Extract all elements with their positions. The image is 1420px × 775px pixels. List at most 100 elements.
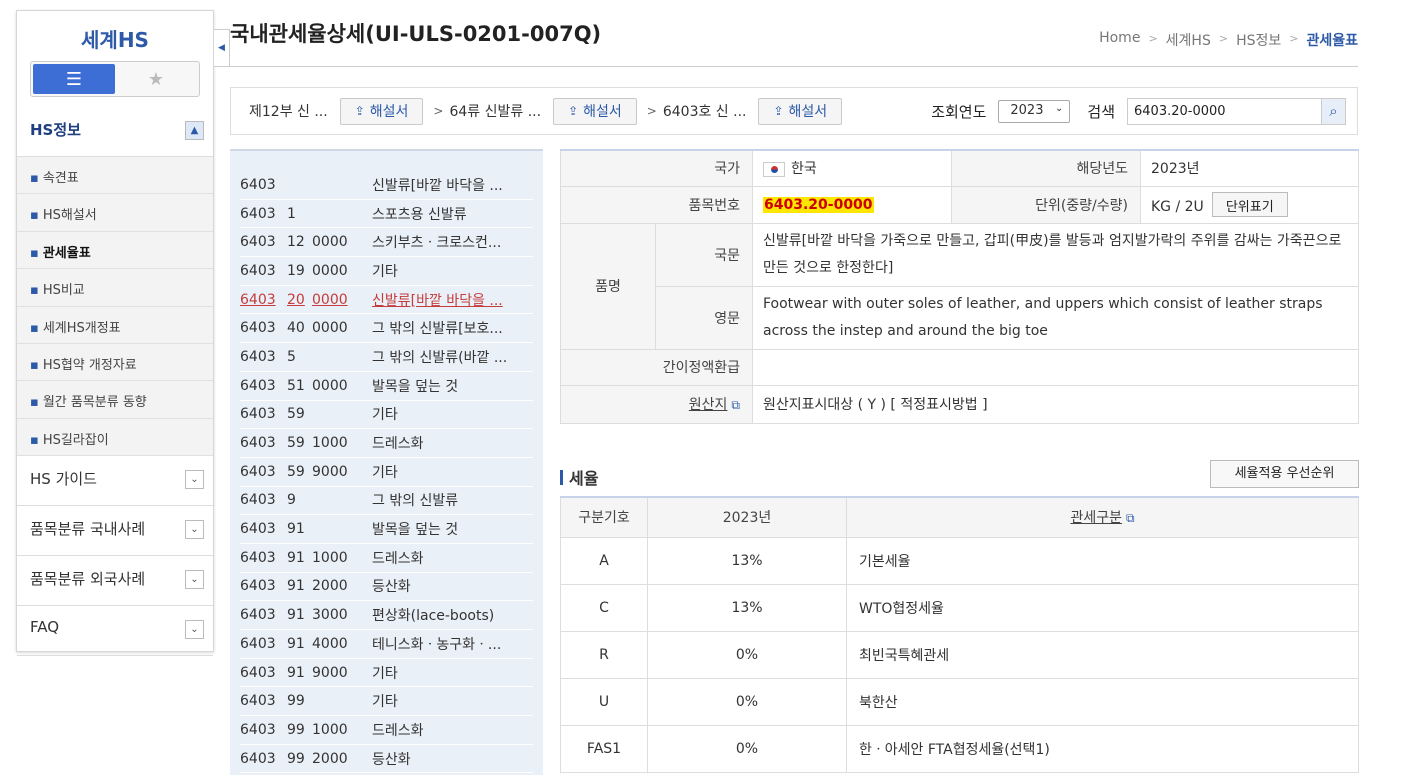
explain-button-chapter[interactable]: ⇪ 해설서 [553,97,637,125]
code-heading: 6403 [240,291,276,308]
level-heading[interactable]: 6403호 신 ... [663,101,747,121]
year-select[interactable]: 2023 ⌄ [998,99,1071,123]
level-part[interactable]: 제12부 신 ... [249,101,328,121]
sidebar-item-label: HS길라잡이 [42,432,109,448]
code-row[interactable]: 6403 91 3000 편상화(lace-boots) [240,601,533,630]
expand-icon[interactable]: ⌄ [185,620,204,640]
search-icon[interactable]: ⌕ [1321,98,1345,124]
tariff-rate: 13% [647,536,847,585]
code-heading: 6403 [240,721,276,738]
search-input[interactable]: 6403.20-0000 [1128,104,1321,119]
code-row[interactable]: 6403 91 1000 드레스화 [240,544,533,573]
breadcrumb-item[interactable]: HS정보 [1236,30,1281,50]
code-row[interactable]: 6403 59 기타 [240,401,533,430]
sidebar-item-label: HS협약 개정자료 [42,357,137,373]
sidebar-item[interactable]: ▪ 속견표 [17,157,213,195]
code-heading: 6403 [240,262,276,279]
code-row[interactable]: 6403 12 0000 스키부츠ㆍ크로스컨... [240,228,533,258]
sidebar-collapse-button[interactable]: ◀ [214,29,230,67]
code-desc: 신발류[바깥 바닥을 ... [372,177,503,194]
breadcrumb-item[interactable]: 세계HS [1166,30,1211,50]
explain-button-part[interactable]: ⇪ 해설서 [339,97,424,125]
breadcrumb-item[interactable]: Home [1099,30,1140,50]
sidebar-item[interactable]: ▪ 월간 품목분류 동향 [17,381,213,419]
external-link-icon[interactable]: ⧉ [1126,511,1135,525]
unit-label: 단위(중량/수량) [951,185,1141,224]
code-suffix: 4000 [312,635,348,652]
list-view-icon[interactable]: ☰ [33,64,115,94]
tariff-row: C 13% WTO협정세율 [560,583,1359,632]
tariff-table: 구분기호 2023년 관세구분 ⧉ A 13% 기본세율 C 13% WTO협정세율 R 0% 최… [560,496,1359,773]
code-row[interactable]: 6403 9 그 밖의 신발류 [240,487,533,516]
code-row[interactable]: 6403 99 기타 [240,687,533,717]
bullet-icon: ▪ [30,171,39,186]
code-row[interactable]: 6403 40 0000 그 밖의 신발류[보호... [240,314,533,344]
code-row[interactable]: 6403 19 0000 기타 [240,257,533,286]
bullet-icon: ▪ [30,432,39,448]
sidebar-item[interactable]: ▪ HS비교 [17,269,213,307]
sidebar-section-hs-info[interactable]: HS정보 ▲ [17,107,213,157]
tariff-priority-button[interactable]: 세율적용 우선순위 [1210,460,1359,488]
code-row[interactable]: 6403 20 0000 신발류[바깥 바닥을 ... [240,286,533,315]
code-row[interactable]: 6403 1 스포츠용 신발류 [240,200,533,229]
collapse-icon[interactable]: ▲ [185,121,204,140]
sidebar-section[interactable]: 품목분류 국내사례 ⌄ [17,506,213,557]
code-desc: 기타 [372,665,398,682]
level-chapter[interactable]: 64류 신발류 ... [449,101,541,121]
sidebar-item[interactable]: ▪ HS해설서 [17,194,213,232]
tariff-row: A 13% 기본세율 [560,536,1359,585]
code-row[interactable]: 6403 51 0000 발목을 덮는 것 [240,372,533,401]
heading-bar [560,469,563,485]
code-desc: 드레스화 [372,436,424,453]
code-heading: 6403 [240,578,276,595]
external-link-icon[interactable]: ⧉ [731,398,740,412]
code-row[interactable]: 6403 59 1000 드레스화 [240,429,533,458]
filter-right: 조회연도 2023 ⌄ 검색 6403.20-0000 ⌕ [931,97,1346,125]
tariff-rate: 13% [647,583,847,632]
code-suffix: 0000 [312,234,348,251]
english-name: Footwear with outer soles of leather, an… [752,285,1359,350]
sidebar-item[interactable]: ▪ HS협약 개정자료 [17,344,213,382]
year-select-value: 2023 [1010,102,1044,118]
expand-icon[interactable]: ⌄ [185,520,204,540]
origin-value: 원산지표시대상 ( Y ) [ 적정표시방법 ] [752,384,1359,424]
explain-button-heading[interactable]: ⇪ 해설서 [758,97,843,125]
code-label: 품목번호 [560,185,753,224]
code-row[interactable]: 6403 99 2000 등산화 [240,745,533,774]
unit-display-button[interactable]: 단위표기 [1211,192,1288,217]
code-row[interactable]: 6403 신발류[바깥 바닥을 ... [240,171,533,200]
sidebar-section-label: HS 가이드 [30,470,97,489]
sidebar-item[interactable]: ▪ 관세율표 [17,232,213,270]
expand-icon[interactable]: ⌄ [185,570,204,590]
sidebar-section[interactable]: HS 가이드 ⌄ [17,456,213,507]
code-row[interactable]: 6403 59 9000 기타 [240,458,533,487]
col-type-cell: 관세구분 ⧉ [846,496,1359,538]
expand-icon[interactable]: ⌄ [185,470,204,490]
code-row[interactable]: 6403 91 4000 테니스화ㆍ농구화ㆍ... [240,630,533,659]
bullet-icon: ▪ [30,245,39,261]
sidebar-section[interactable]: FAQ ⌄ [17,606,213,657]
code-row[interactable]: 6403 99 1000 드레스화 [240,716,533,745]
tariff-row: U 0% 북한산 [560,677,1359,726]
code-row[interactable]: 6403 91 9000 기타 [240,659,533,688]
search-label: 검색 [1087,102,1115,121]
code-suffix: 9000 [312,463,348,480]
code-row[interactable]: 6403 91 2000 등산화 [240,573,533,602]
favorite-star-icon[interactable]: ★ [115,64,197,94]
origin-link[interactable]: 원산지 [689,397,728,413]
search-box: 6403.20-0000 ⌕ [1127,97,1346,125]
sidebar-section[interactable]: 품목분류 외국사례 ⌄ [17,556,213,607]
code-sub: 99 [287,750,305,767]
breadcrumb-item[interactable]: 관세율표 [1306,30,1358,50]
code-row[interactable]: 6403 5 그 밖의 신발류(바깥 ... [240,343,533,372]
detail-table: 국가 한국 해당년도 2023년 품목번호 6403.20-0000 단위(중량… [560,149,1359,424]
sidebar-item[interactable]: ▪ 세계HS개정표 [17,307,213,344]
code-row[interactable]: 6403 91 발목을 덮는 것 [240,515,533,544]
sidebar-item[interactable]: ▪ HS길라잡이 [17,419,213,457]
code-sub: 59 [287,406,305,423]
tariff-rate: 0% [647,677,847,726]
col-type-link[interactable]: 관세구분 [1070,510,1122,526]
country-cell: 한국 [752,149,952,187]
explain-label: 해설서 [369,104,409,120]
tariff-type: WTO협정세율 [846,583,1359,632]
